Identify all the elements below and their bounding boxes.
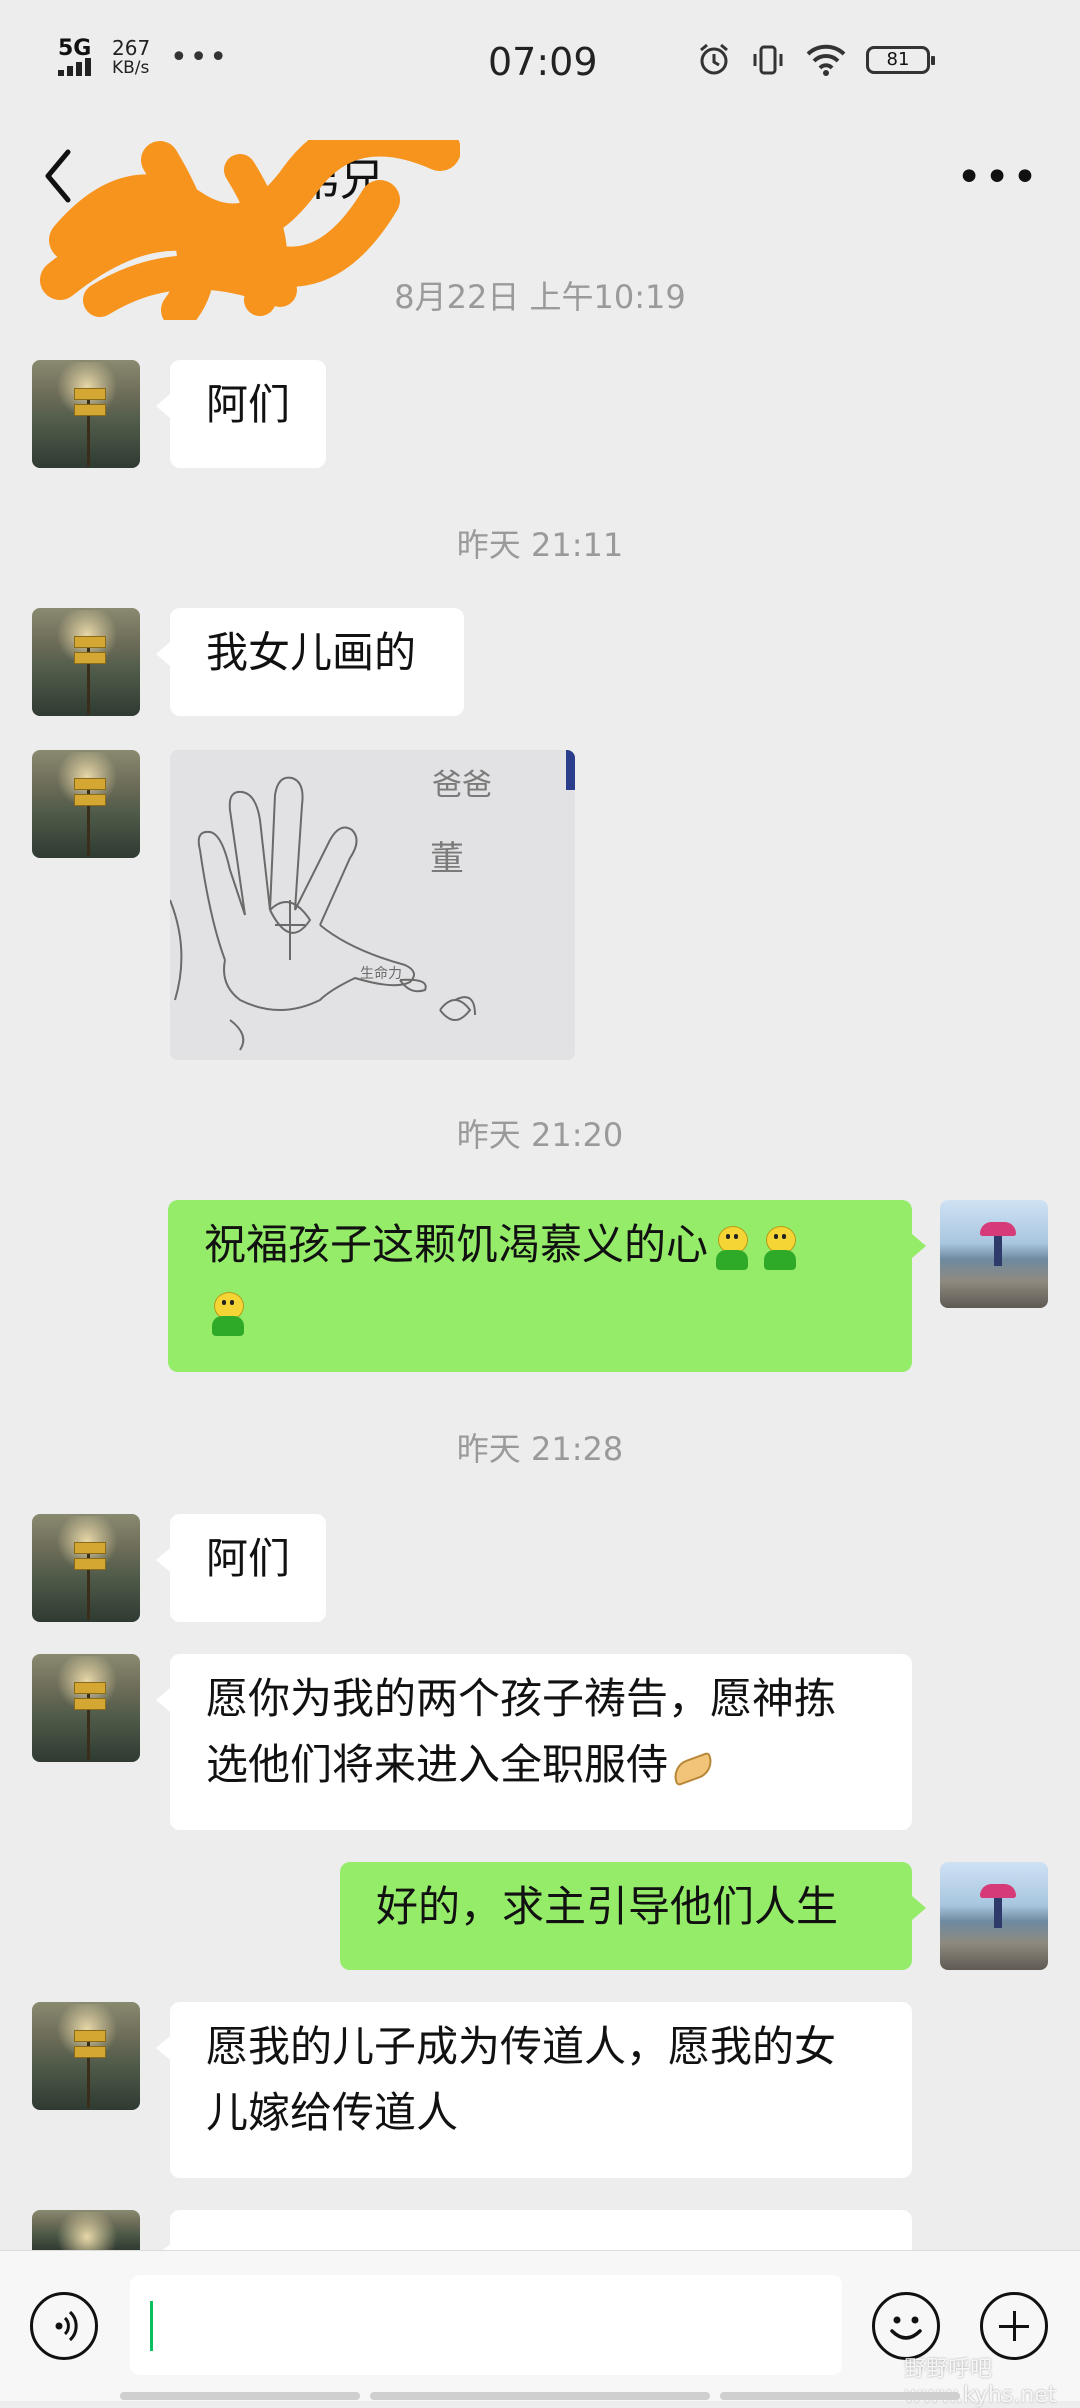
contact-avatar[interactable] (32, 750, 140, 858)
status-bar: 5G 267 KB/s ••• 07:09 81 (0, 0, 1080, 120)
signal-icon (58, 58, 102, 76)
contact-avatar[interactable] (32, 608, 140, 716)
speed-unit: KB/s (112, 58, 150, 78)
speed-value: 267 (112, 36, 151, 60)
gesture-bar (120, 2392, 360, 2400)
battery-level: 81 (886, 49, 910, 70)
vibrate-icon (753, 45, 783, 75)
message-text: 愿我的儿子成为传道人，愿我的女儿嫁给传道人 (206, 2022, 837, 2137)
message-text: 我女儿画的 (206, 628, 417, 677)
status-overflow-icon: ••• (170, 40, 230, 75)
message-bubble-received[interactable]: 愿你为我的两个孩子祷告，愿神拣选他们将来进入全职服侍 (156, 1654, 912, 1830)
drawing-label: 生命力 (360, 965, 402, 982)
emoji-icon[interactable] (872, 2292, 940, 2360)
text-cursor (150, 2301, 153, 2351)
drawing-label: 爸爸 (432, 768, 492, 803)
timestamp: 昨天 21:28 (456, 1430, 624, 1468)
gesture-bar (720, 2392, 960, 2400)
message-bubble-received[interactable]: 阿们 (156, 360, 326, 468)
message-bubble-received[interactable]: 我女儿画的 (156, 608, 464, 716)
praying-hands-emoji-icon (668, 1748, 717, 1788)
smile-face-icon (890, 2316, 922, 2340)
message-text: 阿们 (206, 1534, 291, 1583)
hand-drawing-image: 爸爸 董 生命力 (170, 750, 575, 1060)
my-avatar[interactable] (940, 1200, 1048, 1308)
my-avatar[interactable] (940, 1862, 1048, 1970)
voice-input-icon[interactable] (30, 2292, 98, 2360)
input-bar: 野野呼吧 www.kyhs.net (0, 2250, 1080, 2408)
status-icons: 81 (696, 40, 935, 80)
message-text: 好的，求主引导他们人生 (376, 1882, 839, 1931)
smiley-emoji-icon (710, 1225, 754, 1270)
smiley-emoji-icon (206, 1291, 250, 1336)
smiley-emoji-icon (758, 1225, 802, 1270)
message-text: 祝福孩子这颗饥渴慕义的心 (204, 1220, 709, 1269)
contact-avatar[interactable] (32, 2210, 140, 2250)
clock: 07:09 (488, 40, 598, 84)
network-type: 5G (58, 36, 92, 61)
message-bubble-received[interactable]: 阿们 (156, 1514, 326, 1622)
message-text: 愿你为我的两个孩子祷告，愿神拣选他们将来进入全职服侍 (206, 1674, 837, 1789)
message-text: 阿们 (206, 380, 291, 429)
contact-avatar[interactable] (32, 1654, 140, 1762)
message-bubble-sent[interactable]: 好的，求主引导他们人生 (340, 1862, 926, 1970)
chat-header: 弟兄 ••• (0, 120, 1080, 320)
contact-avatar[interactable] (32, 1514, 140, 1622)
timestamp: 昨天 21:20 (456, 1116, 624, 1154)
battery-icon: 81 (866, 46, 935, 74)
gesture-bar (370, 2392, 710, 2400)
alarm-icon (700, 43, 728, 75)
drawing-label: 董 (430, 839, 464, 879)
contact-avatar[interactable] (32, 360, 140, 468)
message-bubble-received-partial[interactable] (156, 2210, 912, 2268)
timestamp: 8月22日 上午10:19 (394, 278, 686, 316)
message-input[interactable] (130, 2275, 842, 2375)
message-bubble-sent[interactable]: 祝福孩子这颗饥渴慕义的心 (168, 1200, 926, 1372)
voice-waves-icon (55, 2310, 78, 2342)
contact-avatar[interactable] (32, 2002, 140, 2110)
network-speed: 267 KB/s (112, 38, 150, 78)
image-message[interactable]: 爸爸 董 生命力 (170, 750, 575, 1060)
more-options-icon[interactable]: ••• (956, 152, 1040, 203)
add-attachment-icon[interactable] (980, 2292, 1048, 2360)
wifi-icon (806, 44, 846, 76)
message-bubble-received[interactable]: 愿我的儿子成为传道人，愿我的女儿嫁给传道人 (156, 2002, 912, 2178)
timestamp: 昨天 21:11 (456, 526, 624, 564)
